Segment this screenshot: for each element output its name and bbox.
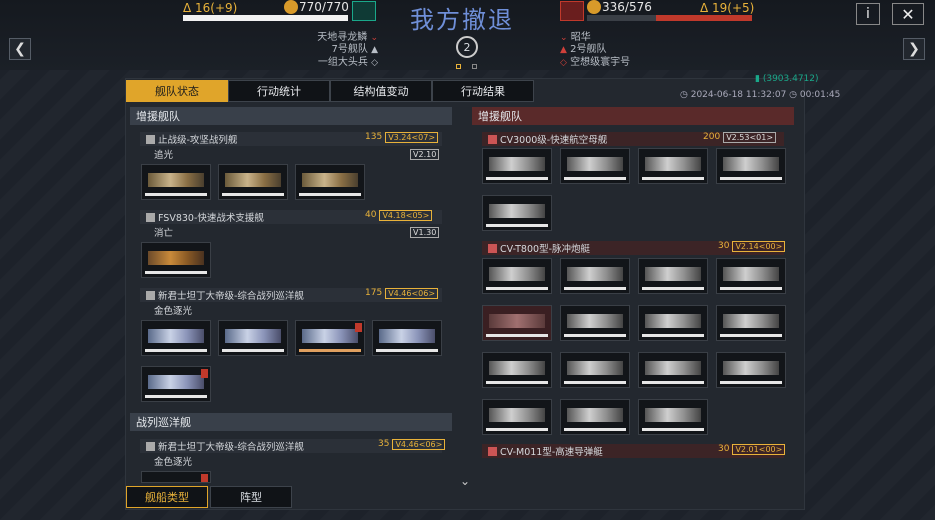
chapter-icon: 2: [456, 36, 478, 58]
ship-card[interactable]: [482, 305, 552, 341]
ally-hp-bar: [183, 15, 348, 21]
ship-card[interactable]: [560, 399, 630, 435]
tab-action-stats[interactable]: 行动统计: [228, 80, 330, 102]
ally-emblem-icon: [352, 1, 376, 21]
ship-card[interactable]: [141, 320, 211, 356]
info-button[interactable]: i: [856, 3, 880, 25]
ship-card[interactable]: [560, 148, 630, 184]
ally-ship-3-meta: 175 V4.46<06>: [365, 288, 439, 299]
tab-fleet-status[interactable]: 舰队状态: [126, 80, 228, 102]
ship-card[interactable]: [218, 164, 288, 200]
ship-card[interactable]: [295, 320, 365, 356]
ship-card[interactable]: [560, 352, 630, 388]
page-dot-active: [456, 64, 461, 69]
enemy-rank: Δ 19(+5): [700, 1, 755, 15]
enemy-roster-3: ◇ 空想级寰宇号: [560, 57, 631, 68]
ship-card[interactable]: [482, 352, 552, 388]
ally-pilot-2-ver: V1.30: [410, 227, 440, 238]
ship-card[interactable]: [482, 399, 552, 435]
ally-ship-2-meta: 40 V4.18<05>: [365, 210, 433, 221]
enemy-roster-1: ⌄ 昭华: [560, 32, 591, 43]
ally-rank: Δ 16(+9): [183, 1, 238, 15]
ally-bc-pilot: 金色逐光: [154, 457, 193, 468]
ship-card[interactable]: [141, 164, 211, 200]
enemy-hp-bar: [587, 15, 752, 21]
ally-hp-text: 770/770: [299, 0, 349, 14]
support-ship-icon: [146, 212, 155, 222]
ally-pilot-1: 追光: [154, 150, 174, 161]
ally-bc-meta: 35 V4.46<06>: [378, 439, 446, 450]
page-title: 我方撤退: [410, 6, 514, 34]
tab-formation[interactable]: 阵型: [210, 486, 292, 508]
ship-card[interactable]: [716, 258, 786, 294]
ship-card[interactable]: [141, 366, 211, 402]
ship-card[interactable]: [638, 352, 708, 388]
enemy-emblem-icon: [560, 1, 584, 21]
battlecruiser-header: 战列巡洋舰: [130, 413, 452, 431]
enemy-hp-text: 336/576: [602, 0, 652, 14]
ship-card[interactable]: [716, 148, 786, 184]
ship-card[interactable]: [141, 471, 211, 483]
carrier-icon: [488, 134, 497, 144]
ally-pilot-1-ver: V2.10: [410, 149, 440, 160]
enemy-roster-2: ▲ 2号舰队: [560, 44, 607, 55]
enemy-ship-2-meta: 30 V2.14<00>: [718, 241, 786, 252]
ship-card[interactable]: [638, 399, 708, 435]
currency-readout: ▮ (3903.4712): [755, 74, 819, 84]
battleship-icon: [146, 134, 155, 144]
ally-reinforce-header: 增援舰队: [130, 107, 452, 125]
ship-card[interactable]: [638, 258, 708, 294]
ship-card[interactable]: [295, 164, 365, 200]
scroll-down-icon[interactable]: ⌄: [460, 474, 470, 488]
ally-pilot-3: 金色逐光: [154, 306, 193, 317]
ship-card[interactable]: [482, 258, 552, 294]
page-dot: [472, 64, 477, 69]
enemy-ship-1-meta: 200 V2.53<01>: [703, 132, 777, 143]
gunboat-icon: [488, 243, 497, 253]
ally-roster-3: 一组大头兵 ◇: [317, 57, 378, 68]
ship-card[interactable]: [482, 195, 552, 231]
battle-timestamp: ◷ 2024-06-18 11:32:07 ◷ 00:01:45: [680, 90, 841, 100]
ship-card[interactable]: [482, 148, 552, 184]
ship-card[interactable]: [716, 352, 786, 388]
ally-ship-1-meta: 135 V3.24<07>: [365, 132, 439, 143]
ally-roster-2: 7号舰队 ▲: [331, 44, 378, 55]
ship-card[interactable]: [638, 305, 708, 341]
ally-roster-1: 天地寻龙鳞 ⌄: [317, 32, 378, 43]
enemy-reinforce-header: 增援舰队: [472, 107, 794, 125]
ship-card[interactable]: [716, 305, 786, 341]
ally-pilot-2: 消亡: [154, 228, 174, 239]
ship-card[interactable]: [638, 148, 708, 184]
ship-card[interactable]: [141, 242, 211, 278]
battlecruiser-icon: [146, 441, 155, 451]
ship-card[interactable]: [560, 258, 630, 294]
ally-hp-icon: [284, 0, 298, 14]
close-button[interactable]: ✕: [892, 3, 924, 25]
next-arrow-button[interactable]: ❯: [903, 38, 925, 60]
ship-card[interactable]: [218, 320, 288, 356]
battlecruiser-icon: [146, 290, 155, 300]
prev-arrow-button[interactable]: ❮: [9, 38, 31, 60]
tab-ship-type[interactable]: 舰船类型: [126, 486, 208, 508]
ship-card[interactable]: [372, 320, 442, 356]
ship-card[interactable]: [560, 305, 630, 341]
tab-structure-change[interactable]: 结构值变动: [330, 80, 432, 102]
missile-boat-icon: [488, 446, 497, 456]
tab-action-result[interactable]: 行动结果: [432, 80, 534, 102]
enemy-ship-3-meta: 30 V2.01<00>: [718, 444, 786, 455]
enemy-hp-icon: [587, 0, 601, 14]
